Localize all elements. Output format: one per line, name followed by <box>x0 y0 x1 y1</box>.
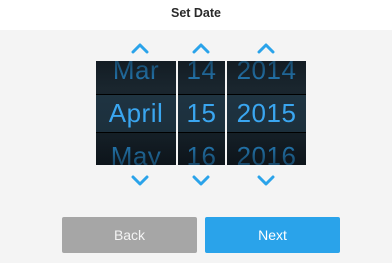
month-up-button[interactable] <box>125 39 155 57</box>
year-prev: 2014 <box>236 61 297 85</box>
day-selected: 15 <box>186 98 217 128</box>
month-selected: April <box>108 98 164 128</box>
chevron-down-icon <box>257 175 275 185</box>
chevron-up-icon <box>131 43 149 53</box>
day-wheel[interactable]: 14 15 16 <box>178 61 225 165</box>
year-selected: 2015 <box>236 98 297 128</box>
day-prev: 14 <box>186 61 217 85</box>
day-up-button[interactable] <box>186 39 216 57</box>
divider <box>96 94 176 95</box>
chevron-up-icon <box>192 43 210 53</box>
divider <box>178 132 225 133</box>
chevron-down-icon <box>131 175 149 185</box>
year-down-button[interactable] <box>251 171 281 189</box>
year-next: 2016 <box>236 141 297 165</box>
day-next: 16 <box>186 141 217 165</box>
month-wheel[interactable]: Mar April May <box>96 61 176 165</box>
divider <box>227 94 306 95</box>
chevron-up-icon <box>257 43 275 53</box>
year-up-button[interactable] <box>251 39 281 57</box>
divider <box>178 94 225 95</box>
month-down-button[interactable] <box>125 171 155 189</box>
chevron-down-icon <box>192 175 210 185</box>
next-button[interactable]: Next <box>205 217 340 253</box>
month-prev: Mar <box>112 61 160 85</box>
divider <box>96 132 176 133</box>
year-wheel[interactable]: 2014 2015 2016 <box>227 61 306 165</box>
day-down-button[interactable] <box>186 171 216 189</box>
page-title: Set Date <box>170 6 222 20</box>
back-button[interactable]: Back <box>62 217 197 253</box>
month-next: May <box>110 141 162 165</box>
divider <box>227 132 306 133</box>
